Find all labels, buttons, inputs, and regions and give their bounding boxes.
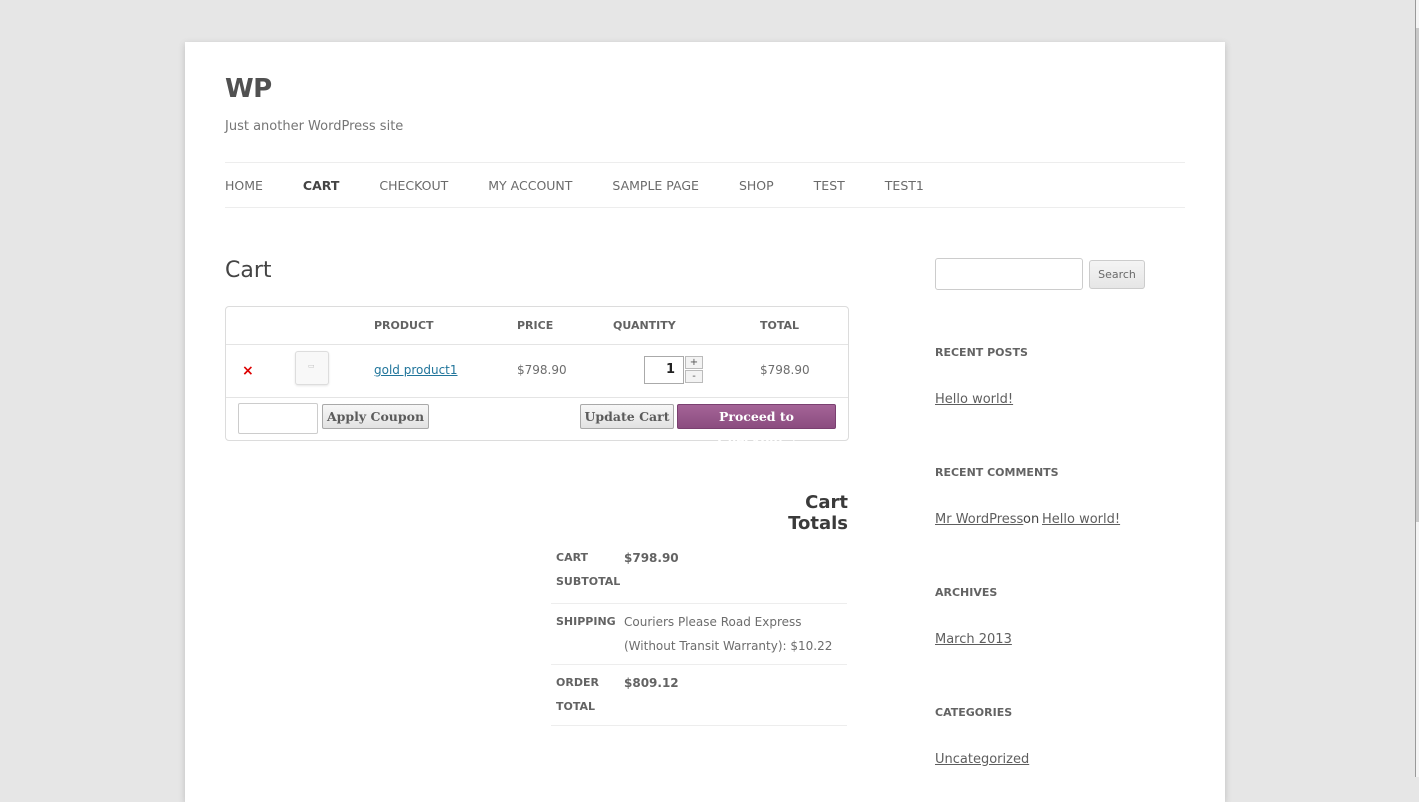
header-quantity: QUANTITY — [613, 319, 676, 332]
quantity-minus-button[interactable]: - — [685, 370, 703, 383]
recent-comments-title: RECENT COMMENTS — [935, 466, 1059, 479]
recent-posts-title: RECENT POSTS — [935, 346, 1028, 359]
update-cart-button[interactable]: Update Cart — [580, 404, 674, 429]
nav-item-cart[interactable]: CART — [303, 178, 339, 193]
product-link[interactable]: gold product1 — [374, 363, 458, 377]
product-thumbnail[interactable]: ▭ — [295, 351, 329, 385]
product-price: $798.90 — [517, 363, 567, 377]
header-price: PRICE — [517, 319, 554, 332]
main-navigation: HOME CART CHECKOUT MY ACCOUNT SAMPLE PAG… — [225, 162, 1185, 208]
nav-item-test[interactable]: TEST — [814, 178, 845, 193]
recent-post-link[interactable]: Hello world! — [935, 392, 1013, 407]
cart-totals-title: Cart Totals — [788, 492, 848, 534]
remove-item-icon[interactable]: × — [242, 363, 254, 379]
comment-on-text: on — [1023, 512, 1040, 527]
shipping-value: Couriers Please Road Express (Without Tr… — [624, 615, 833, 653]
category-link[interactable]: Uncategorized — [935, 752, 1029, 767]
shipping-label: SHIPPING — [556, 615, 616, 628]
order-total-value: $809.12 — [624, 676, 679, 690]
proceed-to-checkout-button[interactable]: Proceed to Checkout › — [677, 404, 836, 447]
header-total: TOTAL — [760, 319, 800, 332]
quantity-input[interactable]: 1 — [644, 356, 684, 384]
nav-item-checkout[interactable]: CHECKOUT — [379, 178, 448, 193]
placeholder-image-icon: ▭ — [308, 362, 315, 370]
row-total: $798.90 — [760, 363, 810, 377]
search-input[interactable] — [935, 258, 1083, 290]
apply-coupon-button[interactable]: Apply Coupon — [322, 404, 429, 429]
checkout-label: Proceed to Checkout — [717, 409, 795, 447]
categories-title: CATEGORIES — [935, 706, 1013, 719]
shipping-row: SHIPPING Couriers Please Road Express (W… — [551, 604, 847, 665]
subtotal-value: $798.90 — [624, 551, 679, 565]
archives-title: ARCHIVES — [935, 586, 998, 599]
order-total-row: ORDER TOTAL $809.12 — [551, 665, 847, 726]
header-product: PRODUCT — [374, 319, 434, 332]
archive-link[interactable]: March 2013 — [935, 632, 1012, 647]
order-total-label: ORDER TOTAL — [556, 676, 599, 713]
page-container: WP Just another WordPress site HOME CART… — [185, 42, 1225, 802]
cart-table-header: PRODUCT PRICE QUANTITY TOTAL — [226, 307, 848, 345]
subtotal-label: CART SUBTOTAL — [556, 551, 621, 588]
comment-post-link[interactable]: Hello world! — [1042, 512, 1120, 527]
cart-totals-table: CART SUBTOTAL $798.90 SHIPPING Couriers … — [551, 542, 847, 726]
search-button[interactable]: Search — [1089, 260, 1145, 289]
site-title[interactable]: WP — [225, 74, 272, 104]
comment-author-link[interactable]: Mr WordPress — [935, 512, 1023, 527]
site-description: Just another WordPress site — [225, 119, 404, 134]
coupon-code-input[interactable] — [238, 403, 318, 434]
chevron-right-icon: › — [791, 437, 796, 447]
cart-table: PRODUCT PRICE QUANTITY TOTAL × ▭ gold pr… — [225, 306, 849, 447]
nav-item-shop[interactable]: SHOP — [739, 178, 774, 193]
subtotal-row: CART SUBTOTAL $798.90 — [551, 542, 847, 604]
nav-item-sample-page[interactable]: SAMPLE PAGE — [612, 178, 699, 193]
quantity-plus-button[interactable]: + — [685, 356, 703, 369]
table-row: × ▭ gold product1 $798.90 1 + - $798.90 — [226, 345, 848, 398]
nav-item-test1[interactable]: TEST1 — [885, 178, 924, 193]
page-title: Cart — [225, 258, 272, 283]
nav-item-my-account[interactable]: MY ACCOUNT — [488, 178, 572, 193]
nav-item-home[interactable]: HOME — [225, 178, 263, 193]
